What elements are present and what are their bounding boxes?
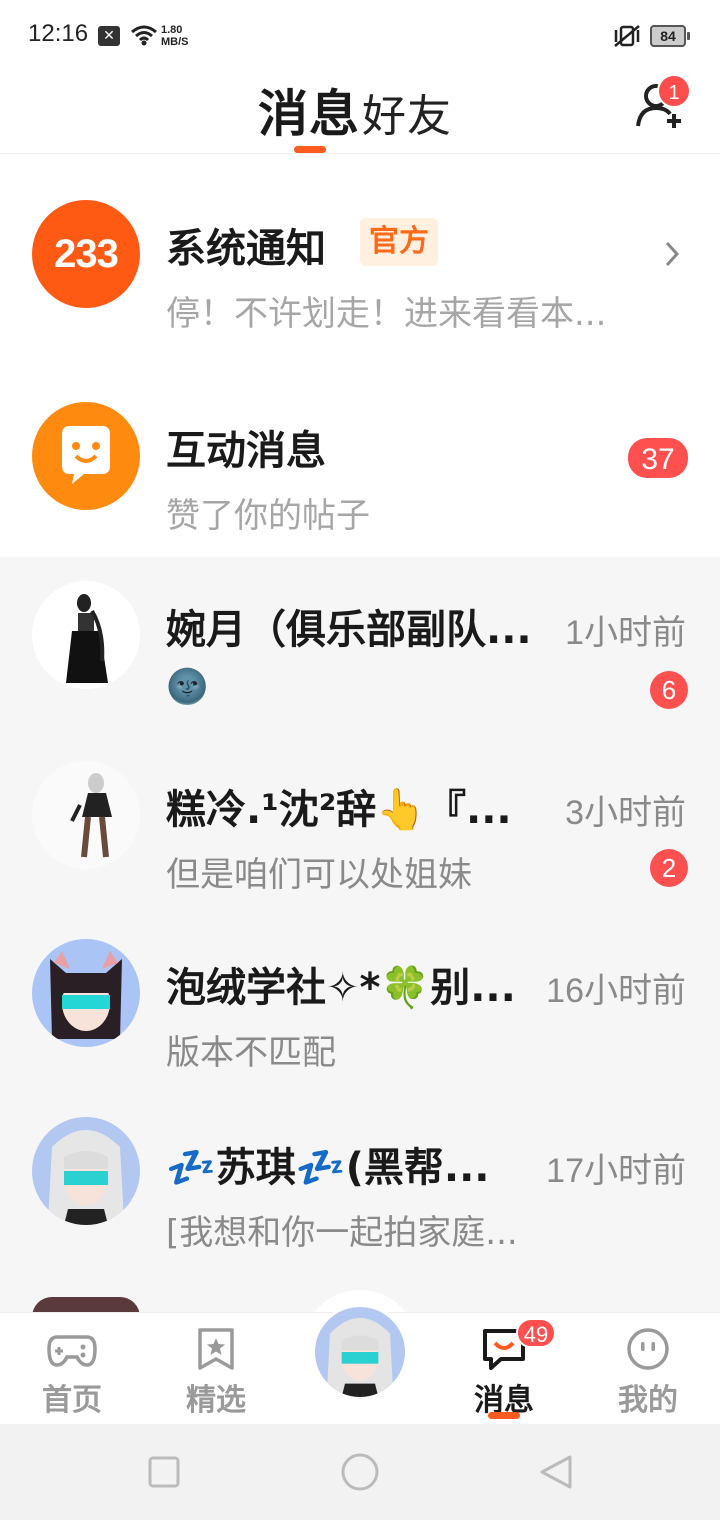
- interaction-preview: 赞了你的帖子: [166, 496, 370, 536]
- official-badge: 官方: [360, 218, 438, 266]
- nav-featured-label: 精选: [186, 1383, 246, 1418]
- wifi-icon: [131, 25, 157, 46]
- chat-time: 3小时前: [565, 794, 686, 832]
- battery-level: 84: [660, 28, 676, 44]
- tab-messages[interactable]: 消息: [258, 74, 360, 146]
- user-avatar: [32, 939, 140, 1047]
- messages-nav-badge: 49: [516, 1318, 556, 1348]
- battery-indicator: 84: [650, 25, 690, 47]
- recent-apps-icon[interactable]: [148, 1456, 180, 1488]
- chat-preview: 🌚: [166, 667, 209, 707]
- gamepad-icon: [47, 1335, 97, 1367]
- star-bookmark-icon: [198, 1328, 234, 1370]
- status-bar: 12:16 ✕ 1.80 MB/S 84: [0, 0, 720, 72]
- nav-active-indicator: [488, 1412, 520, 1419]
- speech-bubble-face-icon: [62, 426, 110, 484]
- add-friend-badge: 1: [657, 74, 691, 108]
- vibrate-mute-icon: [614, 25, 640, 47]
- back-triangle-icon[interactable]: [538, 1454, 574, 1490]
- network-speed: 1.80 MB/S: [161, 24, 189, 48]
- chevron-right-icon: [665, 241, 680, 267]
- system-notice-preview: 停！不许划走！进来看看本...: [166, 294, 607, 334]
- chat-name: 💤苏琪💤(黑帮...: [166, 1145, 490, 1191]
- chat-name: 糕冷.¹沈²辞👆『...: [166, 787, 512, 833]
- notification-icon: ✕: [98, 26, 120, 46]
- center-profile-avatar[interactable]: [312, 1304, 408, 1400]
- avatar-figure-icon: [66, 594, 108, 683]
- unread-badge: 6: [650, 671, 688, 709]
- nav-home-label: 首页: [42, 1383, 102, 1418]
- status-time: 12:16: [28, 20, 89, 47]
- user-avatar: [32, 581, 140, 689]
- user-avatar: [32, 761, 140, 869]
- system-nav-bar: [0, 1424, 720, 1520]
- system-notice-title: 系统通知: [166, 226, 326, 272]
- nav-me-label: 我的: [618, 1383, 678, 1418]
- nav-me[interactable]: 我的: [588, 1313, 708, 1425]
- chat-preview: [我想和你一起拍家庭...: [166, 1213, 518, 1253]
- top-header: 消息 好友 1: [0, 72, 720, 154]
- unread-badge: 37: [628, 438, 688, 478]
- nav-home[interactable]: 首页: [12, 1313, 132, 1425]
- active-tab-indicator: [294, 146, 326, 153]
- chat-time: 16小时前: [546, 972, 686, 1010]
- chat-preview: 版本不匹配: [166, 1033, 336, 1073]
- avatar-figure-icon: [70, 773, 112, 858]
- chat-name: 婉月（俱乐部副队...: [166, 607, 532, 653]
- user-avatar: [32, 1117, 140, 1225]
- chat-time: 1小时前: [565, 614, 686, 652]
- smiley-face-icon: [627, 1328, 669, 1370]
- chat-list: 婉月（俱乐部副队... 1小时前 🌚 6 糕冷.¹沈²辞👆『... 3小时前 但…: [0, 557, 720, 1317]
- interaction-title: 互动消息: [166, 428, 326, 474]
- chat-preview: 但是咱们可以处姐妹: [166, 855, 472, 895]
- home-circle-icon[interactable]: [340, 1452, 380, 1492]
- avatar-anime-face-icon: [48, 1130, 124, 1225]
- speed-unit: MB/S: [161, 36, 189, 48]
- interaction-avatar: [32, 402, 140, 510]
- avatar-anime-face-icon: [50, 951, 122, 1039]
- chat-name: 泡绒学社✧*🍀别...: [166, 965, 516, 1011]
- unread-badge: 2: [650, 849, 688, 887]
- system-notice-avatar: 233: [32, 200, 140, 308]
- chat-time: 17小时前: [546, 1152, 686, 1190]
- avatar-logo-text: 233: [54, 232, 119, 276]
- nav-featured[interactable]: 精选: [156, 1313, 276, 1425]
- tab-friends[interactable]: 好友: [362, 80, 452, 144]
- speed-value: 1.80: [161, 24, 183, 36]
- avatar-anime-face-icon: [315, 1307, 405, 1397]
